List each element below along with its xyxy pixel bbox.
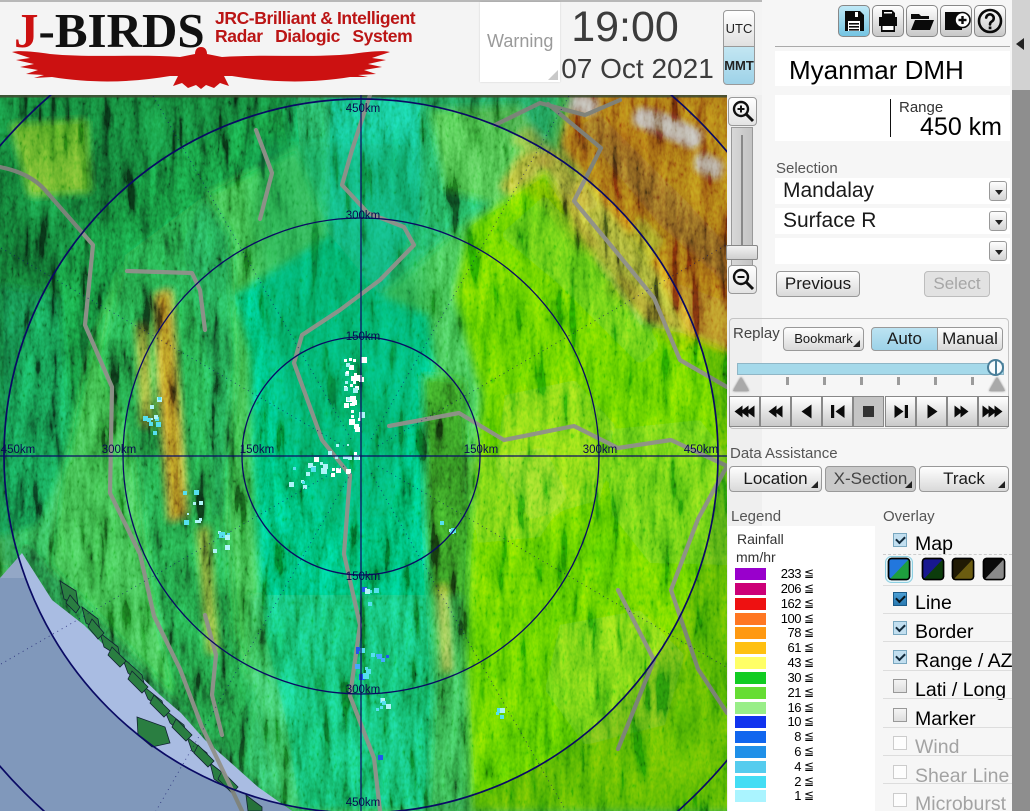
svg-text:450km: 450km: [1, 444, 36, 456]
svg-text:150km: 150km: [346, 571, 381, 583]
svg-text:450km: 450km: [346, 103, 381, 115]
svg-text:450km: 450km: [684, 444, 719, 456]
svg-text:150km: 150km: [464, 444, 499, 456]
svg-text:150km: 150km: [240, 444, 275, 456]
svg-text:150km: 150km: [346, 331, 381, 343]
svg-text:300km: 300km: [346, 684, 381, 696]
svg-text:300km: 300km: [583, 444, 618, 456]
svg-text:450km: 450km: [346, 797, 381, 809]
svg-text:300km: 300km: [346, 210, 381, 222]
svg-text:300km: 300km: [102, 444, 137, 456]
